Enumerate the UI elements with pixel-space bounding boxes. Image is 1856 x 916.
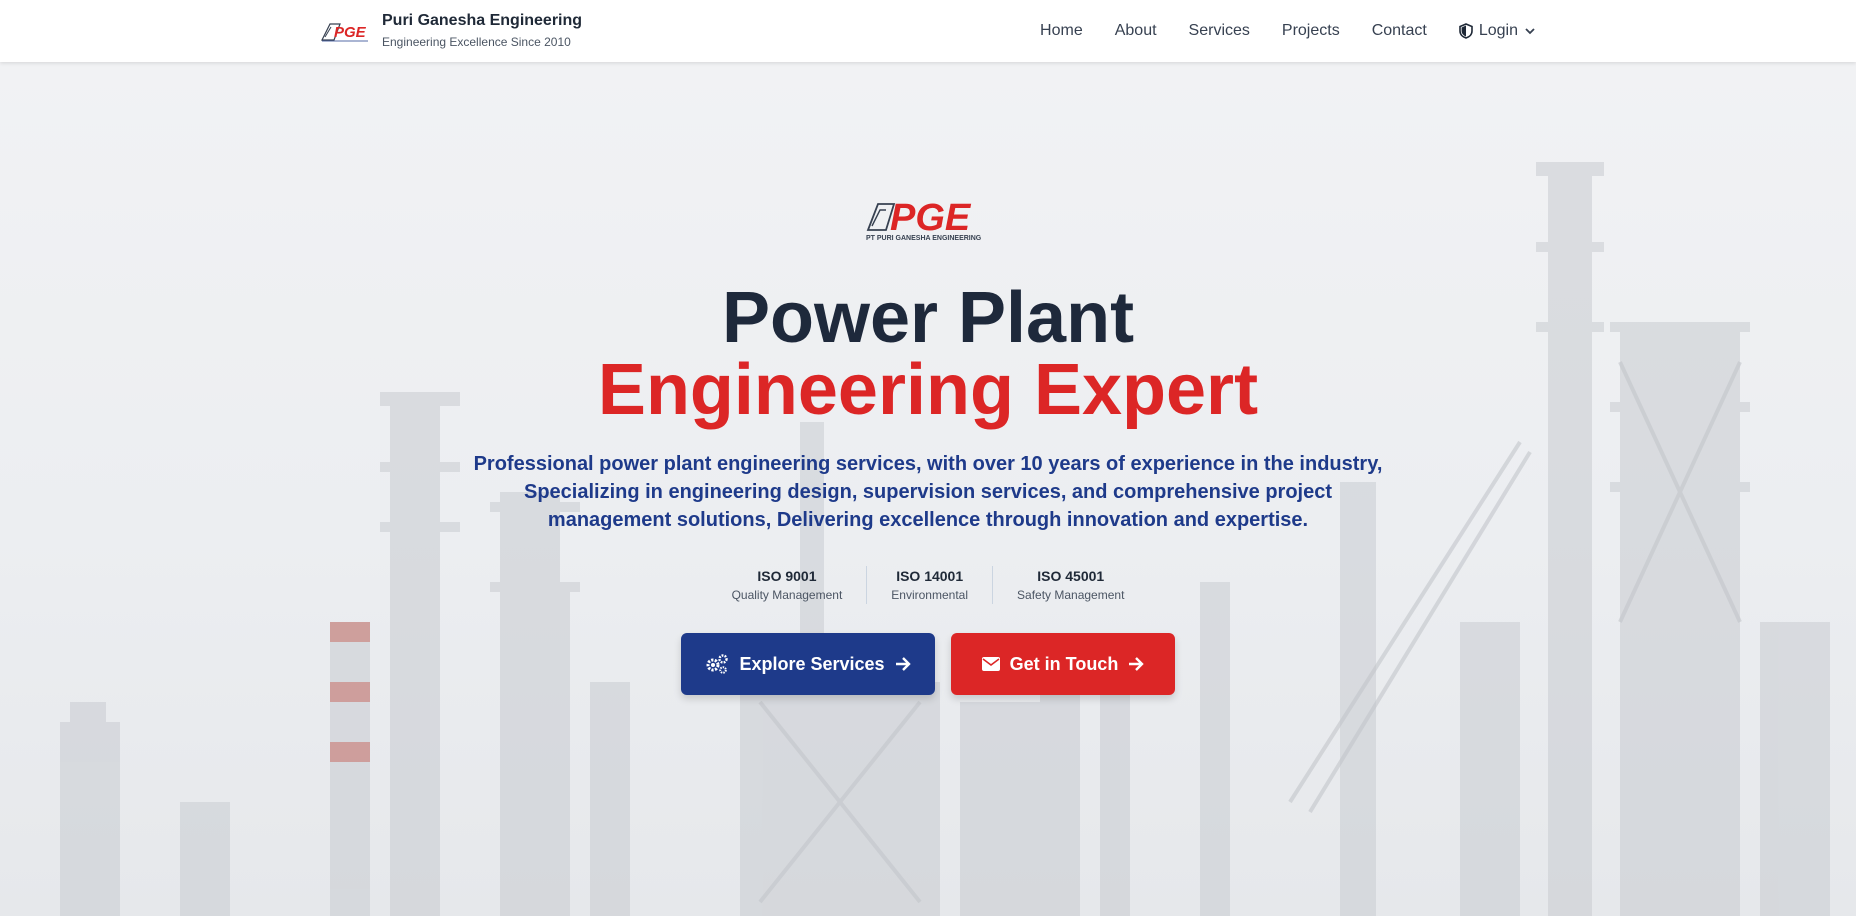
arrow-right-icon — [1129, 657, 1145, 671]
certifications: ISO 9001 Quality Management ISO 14001 En… — [0, 566, 1856, 604]
hero-cta-group: Explore Services Get in Touch — [0, 633, 1856, 695]
arrow-right-icon — [895, 657, 911, 671]
top-navbar: PGE Puri Ganesha Engineering Engineering… — [0, 0, 1856, 62]
gears-icon — [706, 654, 729, 674]
nav-about[interactable]: About — [1115, 22, 1157, 40]
cert-iso-9001: ISO 9001 Quality Management — [708, 566, 868, 604]
brand-name: Puri Ganesha Engineering — [382, 12, 583, 29]
shield-icon — [1459, 23, 1473, 39]
hero-logo-text: PGE — [890, 197, 972, 239]
brand-tagline: Engineering Excellence Since 2010 — [382, 35, 571, 49]
nav-projects[interactable]: Projects — [1282, 22, 1340, 40]
explore-services-label: Explore Services — [739, 653, 885, 674]
main-nav: Home About Services Projects Contact Log… — [1040, 0, 1536, 62]
cert-desc: Safety Management — [1017, 588, 1125, 602]
brand-logo-text: PGE — [334, 24, 367, 41]
login-dropdown[interactable]: Login — [1459, 22, 1536, 40]
brand-logo[interactable]: PGE — [320, 20, 370, 42]
hero-description: Professional power plant engineering ser… — [473, 453, 1383, 531]
hero-title-line2: Engineering Expert — [597, 350, 1259, 430]
cert-iso-14001: ISO 14001 Environmental — [867, 566, 994, 604]
hero-logo: PGE PT PURI GANESHA ENGINEERING — [866, 197, 982, 242]
nav-home[interactable]: Home — [1040, 22, 1083, 40]
hero-section: PGE PT PURI GANESHA ENGINEERING Power Pl… — [0, 62, 1856, 916]
get-in-touch-button[interactable]: Get in Touch — [951, 633, 1175, 695]
cert-iso-45001: ISO 45001 Safety Management — [993, 566, 1148, 604]
nav-services[interactable]: Services — [1189, 22, 1250, 40]
brand[interactable]: PGE Puri Ganesha Engineering Engineering… — [320, 11, 582, 51]
get-in-touch-label: Get in Touch — [1009, 653, 1119, 674]
cert-name: ISO 14001 — [896, 568, 964, 584]
cert-desc: Environmental — [891, 588, 969, 602]
explore-services-button[interactable]: Explore Services — [681, 633, 935, 695]
login-label: Login — [1478, 22, 1518, 39]
cert-name: ISO 45001 — [1037, 568, 1105, 584]
chevron-down-icon — [1525, 28, 1535, 35]
nav-contact[interactable]: Contact — [1372, 22, 1427, 40]
hero-logo-subtext: PT PURI GANESHA ENGINEERING — [866, 235, 982, 242]
envelope-icon — [981, 657, 1000, 671]
cert-name: ISO 9001 — [757, 568, 817, 584]
cert-desc: Quality Management — [731, 588, 843, 602]
